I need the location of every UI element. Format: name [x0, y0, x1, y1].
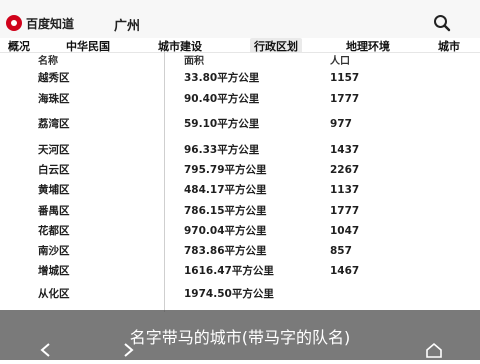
tab-administrative-division[interactable]: 行政区划	[250, 38, 302, 52]
home-icon[interactable]	[424, 340, 444, 360]
district-area: 96.33平方公里	[184, 144, 260, 156]
district-name: 天河区	[38, 144, 70, 156]
district-population: 977	[330, 118, 352, 130]
district-population: 857	[330, 245, 352, 257]
district-name: 越秀区	[38, 72, 70, 84]
district-name: 荔湾区	[38, 118, 70, 130]
district-area: 59.10平方公里	[184, 118, 260, 130]
section-tabs: 概况 中华民国 城市建设 行政区划 地理环境 城市	[0, 38, 480, 53]
app-logo[interactable]: 百度知道	[6, 14, 96, 32]
table-row: 花都区 970.04平方公里 1047	[28, 225, 480, 245]
table-row: 黄埔区 484.17平方公里 1137	[28, 184, 480, 204]
column-divider	[164, 52, 165, 312]
table-header: 名称 面积 人口	[28, 52, 480, 67]
search-icon[interactable]	[432, 13, 452, 33]
district-name: 番禺区	[38, 205, 70, 217]
district-area: 786.15平方公里	[184, 205, 267, 217]
column-name: 名称	[38, 56, 58, 67]
tab-overview[interactable]: 概况	[8, 38, 30, 52]
district-area: 795.79平方公里	[184, 164, 267, 176]
district-area: 970.04平方公里	[184, 225, 267, 237]
district-area: 33.80平方公里	[184, 72, 260, 84]
logo-text: 百度知道	[26, 16, 75, 31]
district-population: 1047	[330, 225, 360, 237]
tab-geography[interactable]: 地理环境	[346, 38, 390, 52]
district-population: 1467	[330, 265, 360, 277]
district-name: 南沙区	[38, 245, 70, 257]
tab-roc[interactable]: 中华民国	[66, 38, 110, 52]
column-area: 面积	[184, 56, 204, 67]
table-row: 越秀区 33.80平方公里 1157	[28, 72, 480, 92]
tab-urban-construction[interactable]: 城市建设	[158, 38, 202, 52]
district-population: 1777	[330, 93, 360, 105]
district-population: 1777	[330, 205, 360, 217]
page-title: 广州	[114, 19, 141, 34]
district-population: 2267	[330, 164, 360, 176]
table-row: 荔湾区 59.10平方公里 977	[28, 118, 480, 138]
table-row: 天河区 96.33平方公里 1437	[28, 144, 480, 164]
table-row: 海珠区 90.40平方公里 1777	[28, 93, 480, 113]
district-area: 90.40平方公里	[184, 93, 260, 105]
district-name: 花都区	[38, 225, 70, 237]
status-bar	[0, 0, 480, 8]
table-row: 番禺区 786.15平方公里 1777	[28, 205, 480, 225]
table-row: 增城区 1616.47平方公里 1467	[28, 265, 480, 285]
tab-city[interactable]: 城市	[438, 38, 460, 52]
district-name: 增城区	[38, 265, 70, 277]
district-population: 1137	[330, 184, 360, 196]
district-area: 1974.50平方公里	[184, 288, 274, 300]
nav-bar	[0, 340, 480, 360]
column-population: 人口	[330, 56, 350, 67]
forward-icon[interactable]	[118, 340, 138, 360]
district-population: 1437	[330, 144, 360, 156]
district-area: 484.17平方公里	[184, 184, 267, 196]
app-header: 百度知道 广州	[0, 8, 480, 38]
district-name: 海珠区	[38, 93, 70, 105]
table-row: 从化区 1974.50平方公里	[28, 288, 480, 308]
district-name: 从化区	[38, 288, 70, 300]
back-icon[interactable]	[36, 340, 56, 360]
district-population: 1157	[330, 72, 360, 84]
district-area: 1616.47平方公里	[184, 265, 274, 277]
logo-icon	[6, 15, 22, 31]
table-row: 南沙区 783.86平方公里 857	[28, 245, 480, 265]
table-row: 白云区 795.79平方公里 2267	[28, 164, 480, 184]
district-area: 783.86平方公里	[184, 245, 267, 257]
division-table: 名称 面积 人口 越秀区 33.80平方公里 1157 海珠区 90.40平方公…	[28, 52, 480, 312]
district-name: 白云区	[38, 164, 70, 176]
district-name: 黄埔区	[38, 184, 70, 196]
